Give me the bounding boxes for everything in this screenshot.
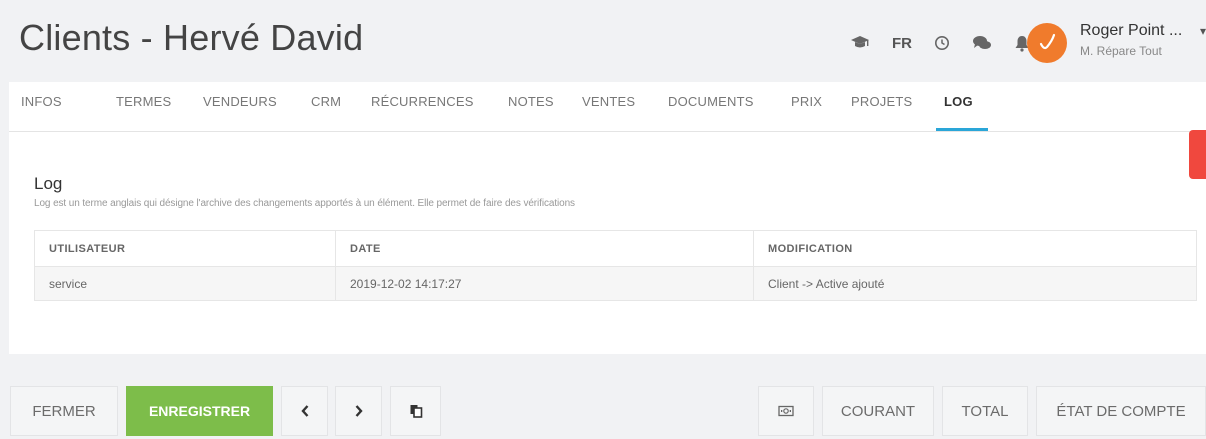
money-icon [778, 405, 794, 417]
section-description: Log est un terme anglais qui désigne l'a… [34, 198, 575, 209]
bottom-toolbar: FERMER ENREGISTRER COURANT TOTAL ÉTAT DE… [0, 386, 1206, 436]
copy-icon [410, 405, 422, 418]
tab-documents[interactable]: DOCUMENTS [668, 94, 754, 109]
tab-notes[interactable]: NOTES [508, 94, 554, 109]
user-company: M. Répare Tout [1080, 44, 1162, 58]
tab-log[interactable]: LOG [944, 94, 973, 109]
tab-ventes[interactable]: VENTES [582, 94, 635, 109]
header-icons: FR [850, 32, 1052, 54]
tab-projets[interactable]: PROJETS [851, 94, 912, 109]
cell-modification: Client -> Active ajouté [753, 266, 1197, 301]
previous-button[interactable] [281, 386, 328, 436]
account-statement-button[interactable]: ÉTAT DE COMPTE [1036, 386, 1206, 436]
copy-button[interactable] [390, 386, 441, 436]
user-avatar[interactable] [1027, 23, 1067, 63]
clock-icon[interactable] [934, 35, 950, 51]
chat-icon[interactable] [972, 35, 992, 51]
save-button[interactable]: ENREGISTRER [126, 386, 273, 436]
column-header-date[interactable]: DATE [335, 230, 754, 267]
tab-infos[interactable]: INFOS [21, 94, 62, 109]
user-name[interactable]: Roger Point ... [1080, 22, 1182, 40]
chevron-right-icon [355, 405, 363, 417]
money-button[interactable] [758, 386, 814, 436]
total-button[interactable]: TOTAL [942, 386, 1028, 436]
table-header-row: UTILISATEUR DATE MODIFICATION [34, 230, 1197, 267]
language-selector[interactable]: FR [892, 35, 912, 52]
tab-termes[interactable]: TERMES [116, 94, 171, 109]
close-button[interactable]: FERMER [10, 386, 118, 436]
column-header-modification[interactable]: MODIFICATION [753, 230, 1197, 267]
table-row[interactable]: service 2019-12-02 14:17:27 Client -> Ac… [34, 266, 1197, 301]
current-button[interactable]: COURANT [822, 386, 934, 436]
chevron-down-icon[interactable]: ▾ [1200, 24, 1206, 38]
cell-date: 2019-12-02 14:17:27 [335, 266, 754, 301]
tab-recurrences[interactable]: RÉCURRENCES [371, 94, 474, 109]
active-tab-indicator [936, 128, 988, 131]
column-header-user[interactable]: UTILISATEUR [34, 230, 336, 267]
side-alert-tab[interactable] [1189, 130, 1206, 179]
tab-bar: INFOS TERMES VENDEURS CRM RÉCURRENCES NO… [9, 82, 1206, 132]
graduation-cap-icon[interactable] [850, 35, 870, 51]
page-header: Clients - Hervé David FR Roger Point ...… [0, 0, 1206, 82]
next-button[interactable] [335, 386, 382, 436]
chevron-left-icon [300, 405, 308, 417]
cell-user: service [34, 266, 336, 301]
log-table: UTILISATEUR DATE MODIFICATION service 20… [34, 230, 1197, 301]
page-title: Clients - Hervé David [19, 17, 364, 58]
avatar-logo-icon [1039, 33, 1056, 50]
tab-vendeurs[interactable]: VENDEURS [203, 94, 277, 109]
tab-crm[interactable]: CRM [311, 94, 341, 109]
section-title: Log [34, 174, 63, 193]
main-card: INFOS TERMES VENDEURS CRM RÉCURRENCES NO… [9, 82, 1206, 354]
tab-prix[interactable]: PRIX [791, 94, 822, 109]
